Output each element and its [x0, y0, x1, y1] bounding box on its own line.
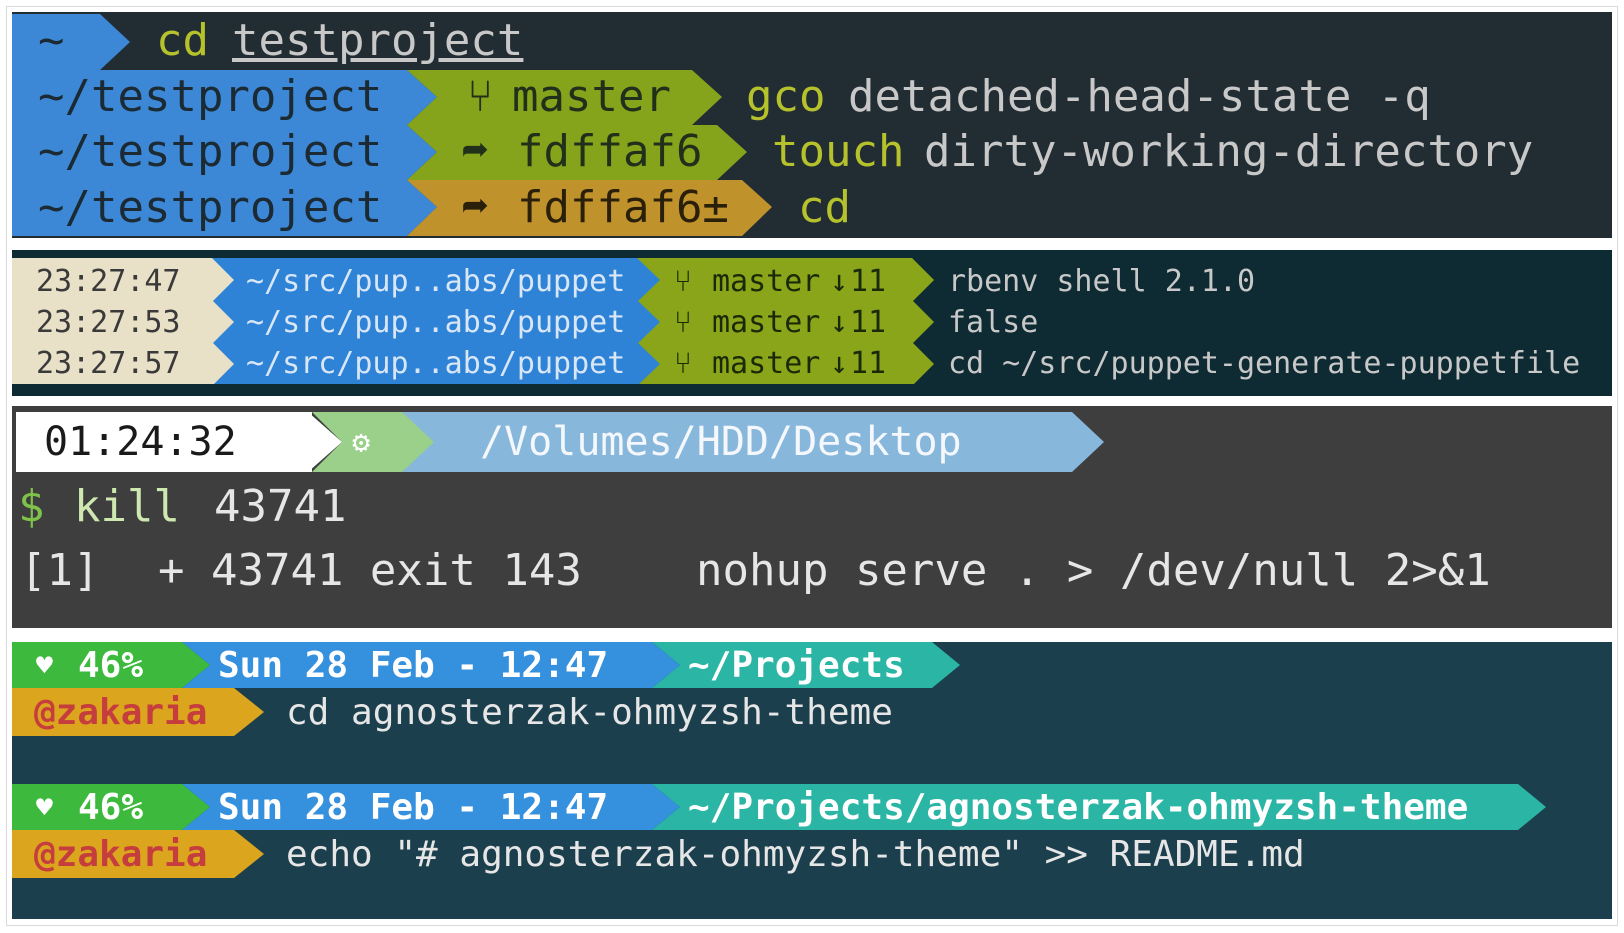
terminal-panel-agnoster: ~ cd testproject ~/testproject ⑂ master … — [12, 12, 1612, 238]
job-status: + 43741 exit 143 — [158, 544, 582, 596]
command-text: cd ~/src/puppet-generate-puppetfile — [948, 346, 1581, 381]
behind-count: 11 — [850, 264, 887, 299]
directory-label: ~/src/pup..abs/puppet — [246, 346, 626, 381]
prompt-symbol: $ — [18, 480, 45, 532]
command-name: cd — [798, 181, 851, 233]
user-label: @zakaria — [34, 833, 208, 875]
prompt-line-3: 23:27:57 ~/src/pup..abs/puppet ⑂ master … — [12, 342, 1612, 385]
arrow-down-icon: ↓ — [830, 305, 849, 340]
terminal-panel-agnosterzak: ♥ 46% Sun 28 Feb - 12:47 ~/Projects @zak… — [12, 642, 1612, 919]
arrow-down-icon: ↓ — [830, 264, 849, 299]
prompt-line-2: ~/testproject ⑂ master gco detached-head… — [12, 68, 1612, 124]
date-time: Sun 28 Feb - 12:47 — [218, 786, 609, 828]
path-label: /Volumes/HDD/Desktop — [480, 419, 962, 465]
command-name: touch — [772, 125, 905, 177]
status-line-1: ♥ 46% Sun 28 Feb - 12:47 ~/Projects — [12, 642, 1612, 689]
git-commit-dirty-label: fdffaf6± — [517, 181, 729, 233]
command-text: cd agnosterzak-ohmyzsh-theme — [286, 691, 893, 733]
command-argument: dirty-working-directory — [924, 125, 1534, 177]
output-line: [1] + 43741 exit 143 nohup serve . > /de… — [12, 540, 1612, 600]
prompt-line-1: 23:27:47 ~/src/pup..abs/puppet ⑂ master … — [12, 260, 1612, 303]
separator-band — [12, 384, 1612, 396]
prompt-header: 01:24:32 ⚙ /Volumes/HDD/Desktop — [12, 412, 1612, 472]
detached-head-icon: ➦ — [462, 125, 489, 177]
git-branch-icon: ⑂ — [467, 70, 494, 122]
top-clip-band — [12, 250, 1612, 258]
directory-label: ~/testproject — [38, 125, 383, 177]
prompt-line-1: @zakaria cd agnosterzak-ohmyzsh-theme — [12, 688, 1612, 736]
git-branch-label: master — [712, 305, 821, 340]
prompt-line-3: ~/testproject ➦ fdffaf6 touch dirty-work… — [12, 123, 1612, 179]
git-branch-label: master — [712, 264, 821, 299]
command-argument: 43741 — [214, 480, 347, 532]
prompt-line-2: @zakaria echo "# agnosterzak-ohmyzsh-the… — [12, 830, 1612, 878]
timestamp: 23:27:47 — [36, 264, 181, 299]
behind-count: 11 — [850, 305, 887, 340]
prompt-line-4: ~/testproject ➦ fdffaf6± cd — [12, 179, 1612, 235]
timestamp: 23:27:53 — [36, 305, 181, 340]
behind-count: 11 — [850, 346, 887, 381]
battery-level: 46% — [78, 786, 144, 828]
directory-label: ~/testproject — [38, 70, 383, 122]
date-time: Sun 28 Feb - 12:47 — [218, 644, 609, 686]
battery-level: 46% — [78, 644, 144, 686]
command-text: echo "# agnosterzak-ohmyzsh-theme" >> RE… — [286, 833, 1305, 875]
terminal-panel-powerlevel: 23:27:47 ~/src/pup..abs/puppet ⑂ master … — [12, 250, 1612, 396]
user-label: @zakaria — [34, 691, 208, 733]
timestamp: 01:24:32 — [44, 419, 237, 465]
directory-label: ~/src/pup..abs/puppet — [246, 305, 626, 340]
git-branch-icon: ⑂ — [674, 305, 692, 340]
command-argument: testproject — [232, 14, 524, 66]
command-name: kill — [74, 480, 180, 532]
command-text: false — [948, 305, 1039, 340]
command-name: cd — [156, 14, 209, 66]
prompt-line-1: ~ cd testproject — [12, 12, 1612, 68]
terminal-panel-bullet-train: 01:24:32 ⚙ /Volumes/HDD/Desktop $ kill 4… — [12, 406, 1612, 628]
status-line-2: ♥ 46% Sun 28 Feb - 12:47 ~/Projects/agno… — [12, 783, 1612, 831]
detached-head-icon: ➦ — [462, 181, 489, 233]
timestamp: 23:27:57 — [36, 346, 181, 381]
arrow-down-icon: ↓ — [830, 346, 849, 381]
command-name: gco — [746, 70, 826, 122]
command-text: rbenv shell 2.1.0 — [948, 264, 1256, 299]
command-line: $ kill 43741 — [12, 476, 1612, 536]
directory-label: ~/testproject — [38, 181, 383, 233]
heart-icon: ♥ — [36, 790, 53, 824]
git-branch-label: master — [512, 70, 671, 122]
git-branch-icon: ⑂ — [674, 346, 692, 381]
command-argument: detached-head-state -q — [848, 70, 1431, 122]
heart-icon: ♥ — [36, 648, 53, 682]
git-branch-icon: ⑂ — [674, 264, 692, 299]
directory-label: ~/Projects — [688, 644, 905, 686]
directory-label: ~/src/pup..abs/puppet — [246, 264, 626, 299]
directory-label: ~/Projects/agnosterzak-ohmyzsh-theme — [688, 786, 1469, 828]
job-command: nohup serve . > /dev/null 2>&1 — [696, 544, 1491, 596]
job-id: [1] — [20, 544, 100, 596]
git-branch-label: master — [712, 346, 821, 381]
gear-icon: ⚙ — [352, 424, 371, 460]
git-commit-label: fdffaf6 — [517, 125, 703, 177]
prompt-line-2: 23:27:53 ~/src/pup..abs/puppet ⑂ master … — [12, 301, 1612, 344]
home-label: ~ — [38, 14, 65, 66]
